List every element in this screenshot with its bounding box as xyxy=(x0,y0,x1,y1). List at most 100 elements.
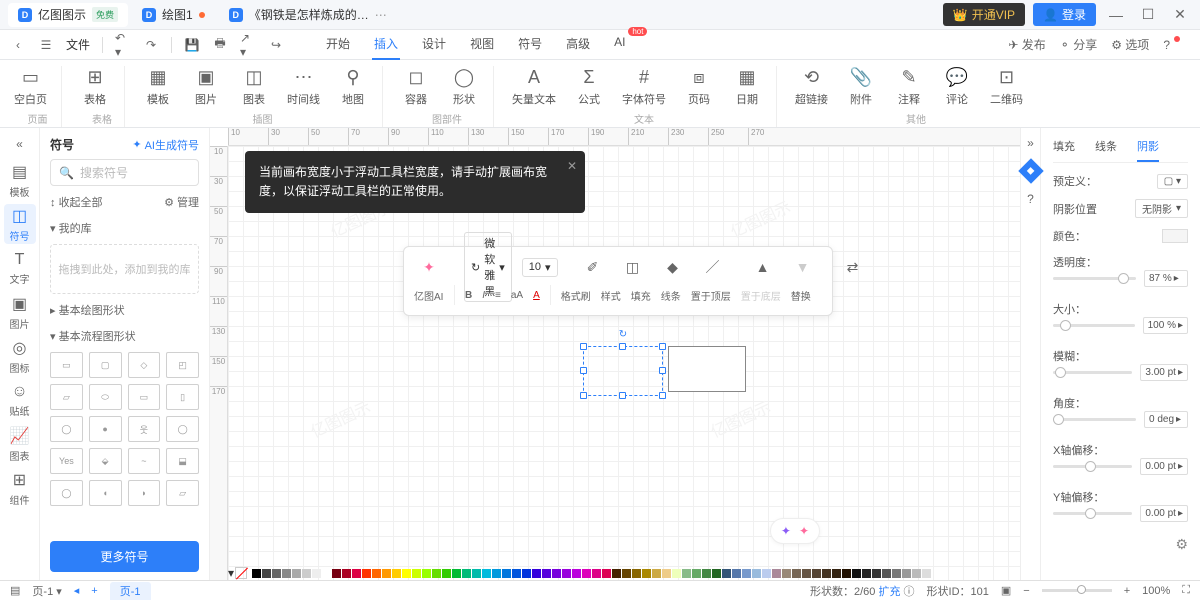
color-swatch[interactable] xyxy=(752,569,761,578)
settings-icon[interactable]: ⚙ xyxy=(1053,536,1188,553)
color-swatch[interactable] xyxy=(462,569,471,578)
page-tab[interactable]: 页-1 xyxy=(110,582,151,600)
shape-doc[interactable]: ◰ xyxy=(166,352,199,378)
more-symbols-button[interactable]: 更多符号 xyxy=(50,541,199,572)
italic-icon[interactable]: I xyxy=(482,290,485,301)
canvas[interactable]: 亿图图示 亿图图示 亿图图示 亿图图示 当前画布宽度小于浮动工具栏宽度，请手动扩… xyxy=(228,146,1020,580)
xoff-value[interactable]: 0.00 pt ▸ xyxy=(1140,458,1188,475)
blur-value[interactable]: 3.00 pt ▸ xyxy=(1140,364,1188,381)
color-swatch[interactable] xyxy=(482,569,491,578)
color-swatch[interactable] xyxy=(362,569,371,578)
color-swatch[interactable] xyxy=(842,569,851,578)
color-swatch[interactable] xyxy=(672,569,681,578)
color-swatch[interactable] xyxy=(802,569,811,578)
cat-basic-draw[interactable]: ▸ 基本绘图形状 xyxy=(50,302,125,318)
color-swatch[interactable] xyxy=(322,569,331,578)
redo-icon[interactable]: ↷ xyxy=(143,37,159,53)
color-swatch[interactable] xyxy=(502,569,511,578)
share-icon[interactable]: ↪ xyxy=(268,37,284,53)
opacity-value[interactable]: 87 % ▸ xyxy=(1144,270,1188,287)
drop-zone[interactable]: 拖拽到此处，添加到我的库 xyxy=(50,244,199,294)
color-swatch[interactable] xyxy=(282,569,291,578)
pos-select[interactable]: 无阴影 ▾ xyxy=(1135,199,1188,218)
ribbon-空白页[interactable]: ▭空白页 xyxy=(14,66,47,113)
back-icon[interactable]: ‹ xyxy=(10,37,26,53)
doc-tab-2[interactable]: D 《钢铁是怎样炼成的… ⋯ xyxy=(219,3,397,27)
rail-模板[interactable]: ▤模板 xyxy=(4,160,36,200)
shape-roundrect[interactable]: ▢ xyxy=(89,352,122,378)
color-swatch[interactable] xyxy=(612,569,621,578)
color-swatch[interactable] xyxy=(302,569,311,578)
front-btn[interactable]: ▲ xyxy=(748,259,778,275)
ribbon-字体符号[interactable]: #字体符号 xyxy=(622,66,666,113)
color-swatch[interactable] xyxy=(1162,229,1188,243)
shape-circle2[interactable]: ◯ xyxy=(50,480,83,506)
color-swatch[interactable] xyxy=(602,569,611,578)
doc-tab-1[interactable]: D 绘图1 xyxy=(132,3,215,27)
color-swatch[interactable] xyxy=(632,569,641,578)
ai-button[interactable]: ✦ xyxy=(414,259,444,276)
tab-line[interactable]: 线条 xyxy=(1095,138,1117,162)
color-swatch[interactable] xyxy=(472,569,481,578)
ribbon-时间线[interactable]: ⋯时间线 xyxy=(287,66,320,113)
selected-shape[interactable]: ↻ xyxy=(583,346,663,396)
color-swatch[interactable] xyxy=(762,569,771,578)
expand-icon[interactable]: » xyxy=(1027,136,1034,150)
zoom-out-icon[interactable]: − xyxy=(1023,585,1029,597)
shape-delay[interactable]: ◗ xyxy=(128,480,161,506)
shape-cylinder[interactable]: ⬙ xyxy=(89,448,122,474)
color-icon[interactable]: A xyxy=(533,290,540,301)
magic-icon[interactable]: ✦ xyxy=(781,524,791,538)
bold-icon[interactable]: B xyxy=(465,290,472,301)
add-page-icon[interactable]: + xyxy=(91,585,97,597)
ribbon-形状[interactable]: ◯形状 xyxy=(449,66,479,113)
color-swatch[interactable] xyxy=(642,569,651,578)
login-button[interactable]: 👤 登录 xyxy=(1033,3,1096,26)
color-swatch[interactable] xyxy=(712,569,721,578)
menu-tab-插入[interactable]: 插入 xyxy=(372,29,400,60)
publish-button[interactable]: ✈ 发布 xyxy=(1008,36,1045,53)
rect-shape[interactable] xyxy=(668,346,746,392)
color-swatch[interactable] xyxy=(252,569,261,578)
color-swatch[interactable] xyxy=(812,569,821,578)
shape-tape[interactable]: ~ xyxy=(128,448,161,474)
ribbon-容器[interactable]: ◻容器 xyxy=(401,66,431,113)
shape-actor[interactable]: 웃 xyxy=(128,416,161,442)
ribbon-二维码[interactable]: ⊡二维码 xyxy=(990,66,1023,113)
shape-parallel[interactable]: ▱ xyxy=(50,384,83,410)
color-swatch[interactable] xyxy=(532,569,541,578)
color-swatch[interactable] xyxy=(832,569,841,578)
ribbon-注释[interactable]: ✎注释 xyxy=(894,66,924,113)
ribbon-图片[interactable]: ▣图片 xyxy=(191,66,221,113)
shape-subproc[interactable]: ▯ xyxy=(166,384,199,410)
minimize-button[interactable]: — xyxy=(1104,7,1128,23)
color-swatch[interactable] xyxy=(452,569,461,578)
color-swatch[interactable] xyxy=(822,569,831,578)
color-swatch[interactable] xyxy=(702,569,711,578)
shape-card[interactable]: ▭ xyxy=(128,384,161,410)
shape-manual[interactable]: ▱ xyxy=(166,480,199,506)
help-icon[interactable]: ? xyxy=(1163,38,1170,52)
menu-tab-符号[interactable]: 符号 xyxy=(516,29,544,60)
shape-display[interactable]: ⬓ xyxy=(166,448,199,474)
rail-组件[interactable]: ⊞组件 xyxy=(4,468,36,508)
ribbon-日期[interactable]: ▦日期 xyxy=(732,66,762,113)
line-btn[interactable]: ／ xyxy=(698,257,728,277)
search-input[interactable]: 🔍 搜索符号 xyxy=(50,159,199,186)
menu-tab-设计[interactable]: 设计 xyxy=(420,29,448,60)
rail-图表[interactable]: 📈图表 xyxy=(4,424,36,464)
share-button[interactable]: ⚬ 分享 xyxy=(1060,36,1097,53)
color-swatch[interactable] xyxy=(722,569,731,578)
color-swatch[interactable] xyxy=(792,569,801,578)
color-swatch[interactable] xyxy=(262,569,271,578)
collapse-all[interactable]: ↕ 收起全部 xyxy=(50,194,103,210)
cat-flowchart[interactable]: ▾ 基本流程图形状 xyxy=(50,328,136,344)
ribbon-模板[interactable]: ▦模板 xyxy=(143,66,173,113)
color-swatch[interactable] xyxy=(332,569,341,578)
collapse-rail-icon[interactable]: « xyxy=(12,136,28,152)
page-select[interactable]: 页-1 ▾ xyxy=(32,583,61,599)
shape-diamond[interactable]: ◇ xyxy=(128,352,161,378)
case-icon[interactable]: aA xyxy=(511,290,523,301)
color-swatch[interactable] xyxy=(692,569,701,578)
color-swatch[interactable] xyxy=(682,569,691,578)
